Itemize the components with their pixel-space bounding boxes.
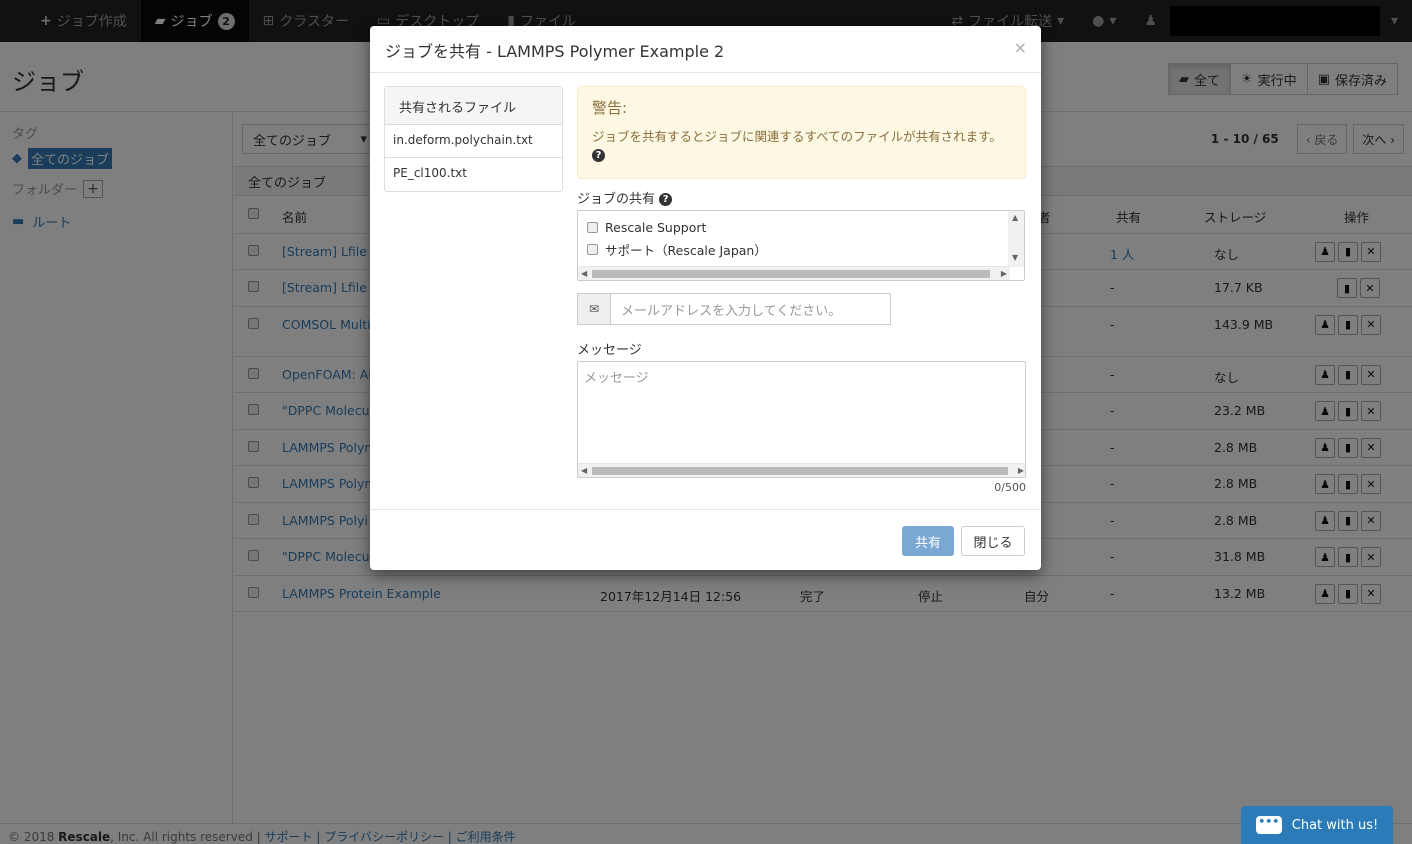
checkbox[interactable]: [587, 244, 598, 255]
footer-dim: [0, 823, 1412, 844]
vertical-scrollbar[interactable]: ▲ ▼: [1008, 211, 1024, 267]
scroll-down-icon[interactable]: ▼: [1012, 253, 1018, 262]
email-input-group: ✉ メールアドレスを入力してください。: [577, 293, 891, 325]
email-field[interactable]: メールアドレスを入力してください。: [611, 293, 891, 325]
share-label: ジョブの共有 ?: [577, 188, 673, 207]
share-option-rescale-support[interactable]: Rescale Support: [587, 220, 706, 235]
scrollbar-thumb[interactable]: [592, 467, 1008, 475]
scrollbar-thumb[interactable]: [592, 270, 990, 278]
scroll-left-icon[interactable]: ◀: [581, 269, 587, 278]
message-label: メッセージ: [577, 343, 642, 358]
char-count: 0/500: [994, 481, 1026, 494]
modal-header: ジョブを共有 - LAMMPS Polymer Example 2 ×: [370, 26, 1041, 73]
share-job-modal: ジョブを共有 - LAMMPS Polymer Example 2 × 共有され…: [370, 26, 1041, 570]
message-textarea[interactable]: メッセージ ◀ ▶: [577, 361, 1026, 478]
horizontal-scrollbar[interactable]: ◀ ▶: [578, 463, 1025, 477]
question-icon[interactable]: ?: [659, 193, 673, 206]
modal-footer: 共有 閉じる: [370, 509, 1041, 570]
question-icon[interactable]: ?: [592, 149, 605, 162]
share-option-rescale-japan[interactable]: サポート（Rescale Japan）: [587, 240, 767, 259]
chat-button[interactable]: ••• Chat with us!: [1241, 806, 1393, 844]
share-button[interactable]: 共有: [902, 526, 954, 556]
close-icon[interactable]: ×: [1014, 38, 1027, 57]
modal-title: ジョブを共有 - LAMMPS Polymer Example 2: [385, 42, 725, 61]
scroll-right-icon[interactable]: ▶: [1001, 269, 1007, 278]
warning-alert: 警告: ジョブを共有するとジョブに関連するすべてのファイルが共有されます。 ?: [577, 86, 1026, 179]
scroll-right-icon[interactable]: ▶: [1018, 466, 1024, 475]
warning-text: ジョブを共有するとジョブに関連するすべてのファイルが共有されます。: [592, 129, 1002, 144]
scroll-left-icon[interactable]: ◀: [581, 466, 587, 475]
horizontal-scrollbar[interactable]: ◀ ▶: [578, 266, 1010, 280]
close-button[interactable]: 閉じる: [961, 526, 1025, 556]
shared-files-header: 共有されるファイル: [385, 87, 562, 125]
list-item: PE_cl100.txt: [393, 166, 467, 180]
checkbox[interactable]: [587, 222, 598, 233]
list-item: in.deform.polychain.txt: [385, 125, 562, 158]
envelope-icon: ✉: [577, 293, 611, 325]
scroll-up-icon[interactable]: ▲: [1012, 213, 1018, 222]
message-placeholder: メッセージ: [584, 371, 649, 386]
warning-title: 警告:: [592, 99, 628, 117]
shared-files-list: 共有されるファイル in.deform.polychain.txt PE_cl1…: [384, 86, 563, 192]
chat-bubble-icon: •••: [1255, 816, 1282, 834]
share-options-list: Rescale Support サポート（Rescale Japan） ▲ ▼ …: [577, 210, 1025, 281]
